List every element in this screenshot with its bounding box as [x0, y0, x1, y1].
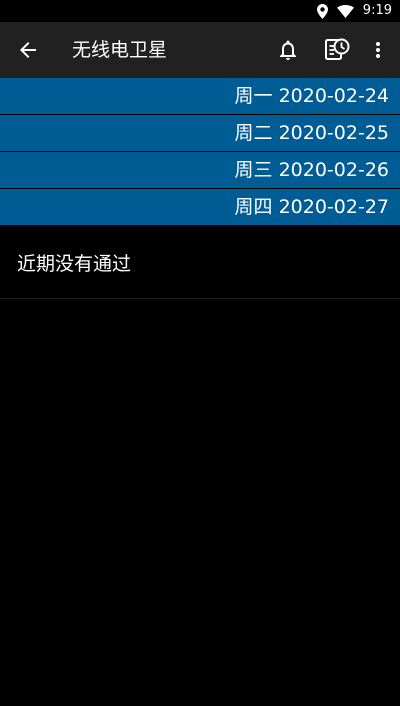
- clock-time: 9:19: [362, 3, 392, 18]
- date-label: 周一 2020-02-24: [234, 85, 389, 107]
- schedule-icon[interactable]: [323, 36, 351, 64]
- date-label: 周二 2020-02-25: [234, 122, 389, 144]
- bell-icon[interactable]: [276, 38, 300, 62]
- status-bar: 9:19: [0, 0, 400, 22]
- location-icon: [316, 3, 328, 19]
- date-row-wed[interactable]: 周三 2020-02-26: [0, 152, 400, 188]
- date-row-mon[interactable]: 周一 2020-02-24: [0, 78, 400, 114]
- empty-message: 近期没有通过: [17, 253, 132, 275]
- page-title: 无线电卫星: [72, 39, 168, 61]
- wifi-icon: [336, 4, 354, 18]
- app-bar: 无线电卫星: [0, 22, 400, 78]
- date-label: 周四 2020-02-27: [234, 196, 389, 218]
- date-label: 周三 2020-02-26: [234, 159, 389, 181]
- date-list: 周一 2020-02-24 周二 2020-02-25 周三 2020-02-2…: [0, 78, 400, 226]
- date-row-tue[interactable]: 周二 2020-02-25: [0, 115, 400, 151]
- back-arrow-icon[interactable]: [16, 38, 40, 62]
- empty-message-row: 近期没有通过: [0, 226, 400, 299]
- more-vert-icon[interactable]: [366, 38, 390, 62]
- date-row-thu[interactable]: 周四 2020-02-27: [0, 189, 400, 225]
- status-icons: 9:19: [316, 0, 392, 22]
